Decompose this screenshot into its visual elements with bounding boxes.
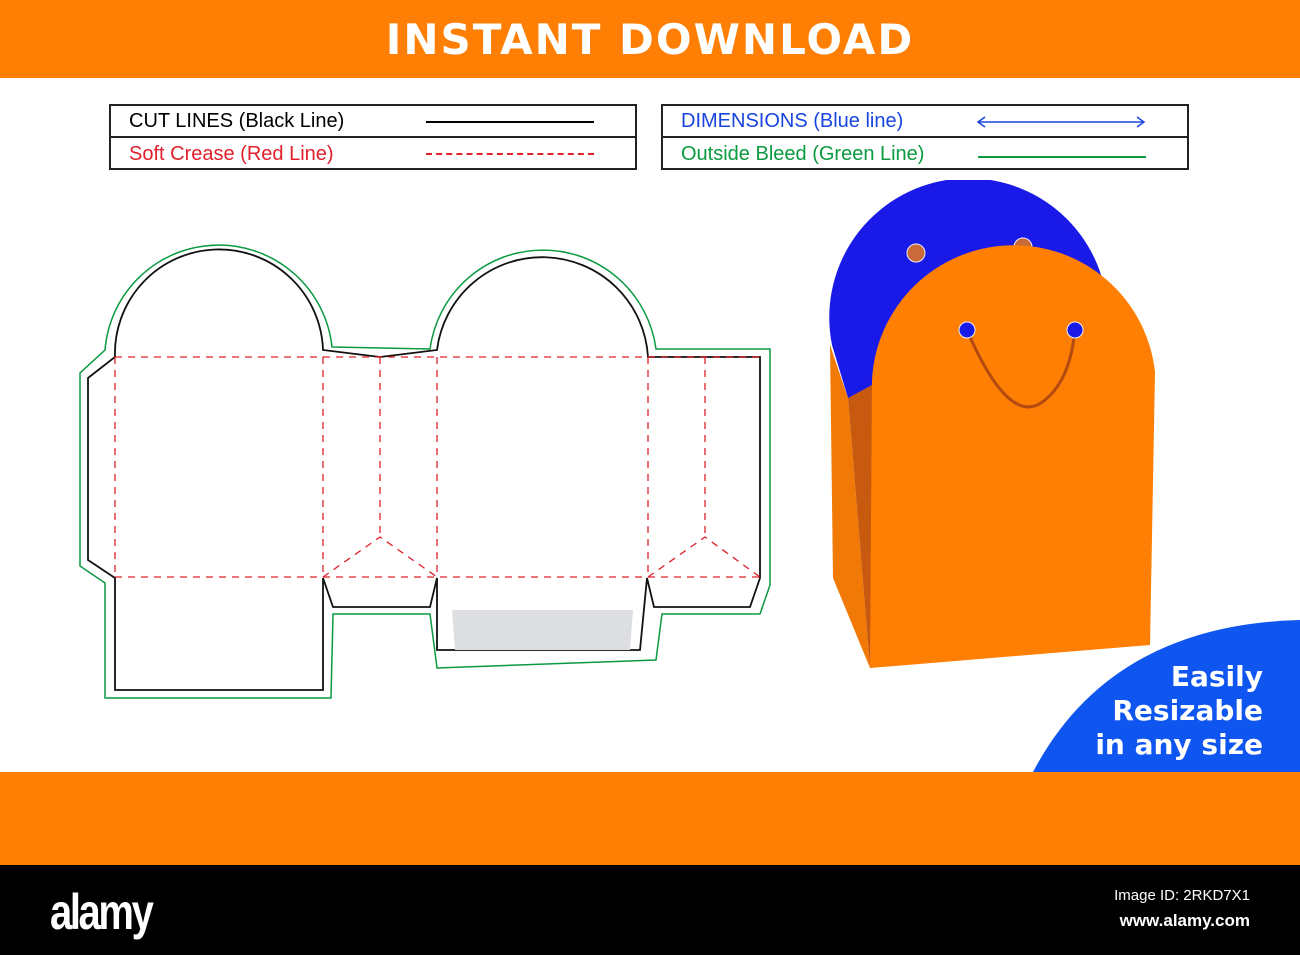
badge-line-2: Resizable: [1112, 694, 1263, 727]
legend-outside-bleed: Outside Bleed (Green Line): [663, 138, 1187, 170]
legend-dimensions-label: DIMENSIONS (Blue line): [681, 109, 904, 132]
bag-front-panel: [870, 245, 1155, 668]
resizable-badge-text: Easily Resizable in any size: [1095, 660, 1263, 762]
site-url: www.alamy.com: [1119, 911, 1250, 930]
bag-mockup: [829, 180, 1155, 668]
legend-dimensions: DIMENSIONS (Blue line): [663, 106, 1187, 138]
bottom-banner: [0, 772, 1300, 865]
crease-line-sample: [426, 153, 594, 155]
header-title: INSTANT DOWNLOAD: [385, 14, 915, 64]
crease-lines: [114, 356, 761, 578]
legend-cut-label: CUT LINES (Black Line): [129, 109, 345, 132]
legend-left: CUT LINES (Black Line) Soft Crease (Red …: [109, 104, 637, 170]
double-arrow-icon: [976, 116, 1146, 128]
bleed-line-sample: [978, 156, 1146, 158]
bleed-outline: [79, 244, 771, 699]
legend-right: DIMENSIONS (Blue line) Outside Bleed (Gr…: [661, 104, 1189, 170]
badge-line-3: in any size: [1095, 728, 1263, 761]
legend-soft-crease: Soft Crease (Red Line): [111, 138, 635, 170]
alamy-logo: alamy: [50, 884, 154, 940]
cut-outline: [87, 248, 761, 691]
legend-cut-lines: CUT LINES (Black Line): [111, 106, 635, 138]
header-banner: INSTANT DOWNLOAD: [0, 0, 1300, 78]
badge-line-1: Easily: [1170, 660, 1263, 693]
glue-area: [452, 610, 633, 650]
cut-line-sample: [426, 121, 594, 123]
image-id: Image ID: 2RKD7X1: [1114, 887, 1250, 904]
footer: alamy Image ID: 2RKD7X1 www.alamy.com: [0, 865, 1300, 955]
legend-bleed-label: Outside Bleed (Green Line): [681, 142, 925, 165]
legend-crease-label: Soft Crease (Red Line): [129, 142, 334, 165]
